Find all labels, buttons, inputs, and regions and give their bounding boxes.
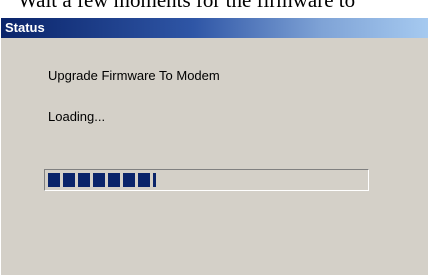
status-dialog: Status Upgrade Firmware To Modem Loading… [0, 18, 428, 275]
background-instruction-text: Wait a few moments for the firmware to [18, 0, 356, 12]
upgrade-message: Upgrade Firmware To Modem [48, 68, 220, 83]
dialog-title: Status [5, 20, 45, 35]
progress-bar [44, 169, 369, 191]
loading-status: Loading... [48, 109, 106, 124]
progress-fill [48, 173, 156, 187]
title-bar[interactable]: Status [1, 18, 428, 38]
progress-track [48, 173, 365, 187]
